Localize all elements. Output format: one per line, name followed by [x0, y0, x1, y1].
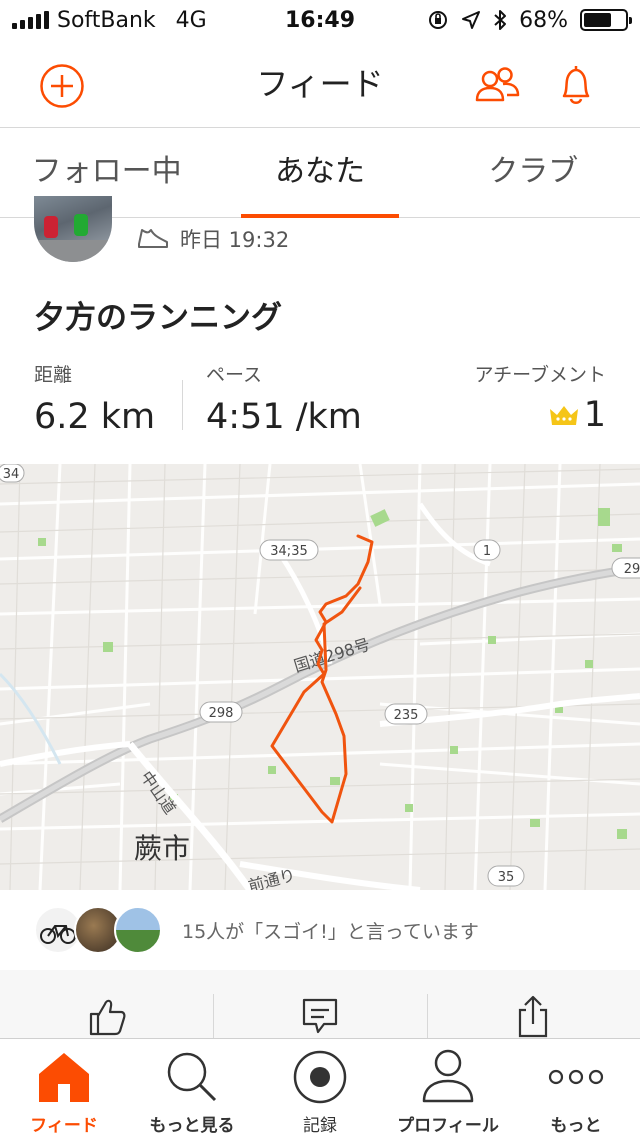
orientation-lock-icon: [429, 11, 448, 29]
status-bar: SoftBank 4G 16:49 68%: [0, 0, 640, 40]
signal-icon: [12, 11, 49, 29]
pace-label: ペース: [206, 364, 263, 386]
location-icon: [462, 11, 481, 29]
kudos-avatars: [34, 906, 162, 954]
map-text: 国道298号 中山道 蕨市 前通り: [134, 635, 372, 890]
city-label: 蕨市: [134, 832, 190, 865]
athlete-avatar[interactable]: [34, 196, 112, 262]
bottom-nav: フィード もっと見る 記録 プロフィール もっと: [0, 1038, 640, 1136]
nav-feed-label: フィード: [30, 1116, 98, 1136]
shield-1: 1: [483, 544, 491, 559]
tab-clubs[interactable]: クラブ: [427, 128, 640, 217]
shield-34-35: 34;35: [270, 544, 307, 559]
pace-value: 4:51 /km: [206, 397, 362, 437]
shield-235: 235: [394, 708, 419, 723]
distance-value: 6.2 km: [34, 397, 156, 437]
shield-35: 35: [498, 870, 515, 885]
people-icon: [475, 67, 520, 102]
nav-feed[interactable]: フィード: [0, 1039, 128, 1136]
more-icon: [548, 1069, 604, 1085]
notifications-button[interactable]: [552, 62, 600, 110]
stat-achievements: アチーブメント 1: [475, 360, 606, 435]
carrier-label: SoftBank: [57, 7, 156, 33]
kudos-text: 15人が「スゴイ!」と言っています: [182, 920, 479, 943]
kudos-row[interactable]: 15人が「スゴイ!」と言っています: [0, 890, 640, 970]
plus-circle-icon: [40, 64, 84, 108]
distance-label: 距離: [34, 364, 73, 386]
app-header: フィード: [0, 40, 640, 128]
find-friends-button[interactable]: [472, 62, 522, 110]
nav-profile[interactable]: プロフィール: [384, 1039, 512, 1136]
record-icon: [293, 1050, 347, 1104]
stat-divider: [182, 380, 183, 430]
kudos-button[interactable]: [0, 970, 213, 1038]
nav-explore-label: もっと見る: [149, 1116, 235, 1136]
battery-icon: [580, 9, 632, 31]
nav-explore[interactable]: もっと見る: [128, 1039, 256, 1136]
achievement-value: 1: [583, 395, 606, 435]
shield-298: 298: [209, 706, 234, 721]
achievement-label: アチーブメント: [474, 364, 606, 386]
stat-distance: 距離 6.2 km: [34, 360, 155, 437]
route-map[interactable]: 34 34;35 1 29 298 235 35 国道298号 中山道 蕨市 前…: [0, 464, 640, 890]
bell-icon: [562, 66, 590, 104]
activity-stats: 距離 6.2 km ペース 4:51 /km アチーブメント 1: [0, 360, 640, 446]
activity-meta: 昨日 19:32: [136, 222, 289, 256]
home-icon: [39, 1053, 89, 1102]
tab-you[interactable]: あなた: [213, 128, 426, 218]
thumbs-up-icon: [89, 999, 126, 1036]
bluetooth-icon: [494, 10, 507, 30]
nav-record-label: 記録: [303, 1116, 337, 1136]
main-roads: [0, 502, 640, 890]
add-activity-button[interactable]: [38, 62, 86, 110]
share-icon: [519, 995, 548, 1038]
shield-29: 29: [624, 562, 640, 577]
page-title: フィード: [256, 65, 384, 103]
stat-pace: ペース 4:51 /km: [206, 360, 362, 437]
activity-timestamp: 昨日 19:32: [180, 228, 290, 252]
profile-icon: [422, 1049, 474, 1103]
comment-button[interactable]: [213, 970, 426, 1038]
shoe-icon: [138, 229, 168, 248]
map-canvas: 34 34;35 1 29 298 235 35 国道298号 中山道 蕨市 前…: [0, 464, 640, 890]
nav-more[interactable]: もっと: [512, 1039, 640, 1136]
shield-34-left: 34: [3, 467, 20, 482]
nav-more-label: もっと: [550, 1116, 602, 1136]
activity-actions: [0, 970, 640, 1038]
nav-record[interactable]: 記録: [256, 1039, 384, 1136]
avatar: [114, 906, 162, 954]
share-button[interactable]: [426, 970, 640, 1038]
comment-icon: [302, 998, 338, 1034]
search-icon: [167, 1052, 217, 1102]
nav-profile-label: プロフィール: [397, 1116, 499, 1136]
battery-percent: 68%: [519, 7, 568, 33]
network-label: 4G: [175, 7, 207, 33]
crown-icon: [549, 406, 578, 425]
activity-title[interactable]: 夕方のランニング: [34, 292, 282, 337]
